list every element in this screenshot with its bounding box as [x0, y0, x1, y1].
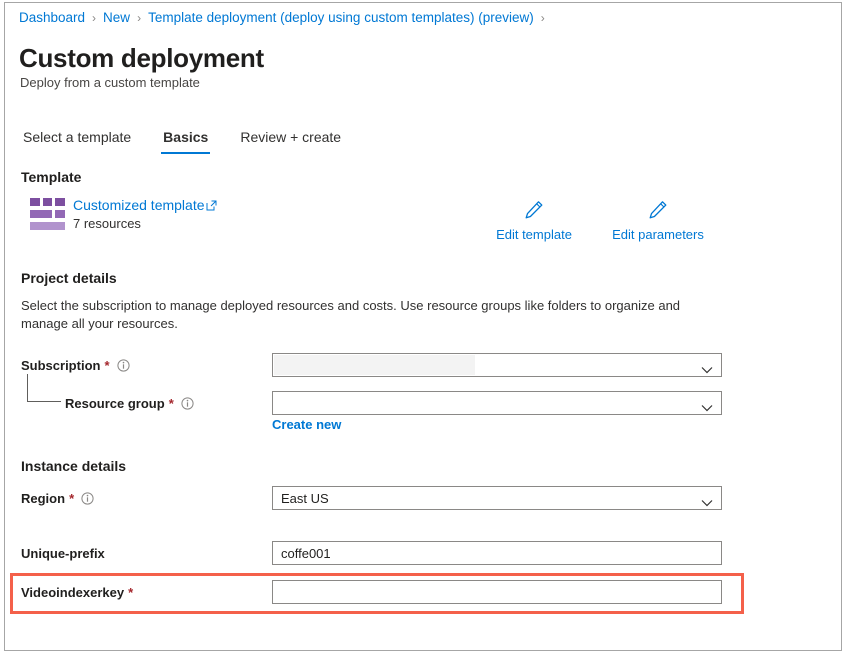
resource-group-select[interactable]: [272, 391, 722, 415]
instance-details-heading: Instance details: [21, 458, 127, 474]
edit-template-button[interactable]: Edit template: [479, 199, 589, 242]
unique-prefix-value: coffe001: [281, 545, 331, 561]
template-section-heading: Template: [21, 169, 82, 185]
info-icon[interactable]: [116, 358, 130, 372]
edit-parameters-label: Edit parameters: [612, 227, 704, 242]
portal-page: Dashboard › New › Template deployment (d…: [4, 2, 842, 651]
template-resource-count: 7 resources: [73, 216, 141, 231]
external-link-icon[interactable]: [206, 198, 217, 211]
tab-review-create[interactable]: Review + create: [238, 129, 343, 154]
chevron-down-icon: [701, 400, 713, 412]
breadcrumb-item-new[interactable]: New: [103, 10, 130, 25]
template-grid-icon: [30, 198, 65, 230]
project-details-description: Select the subscription to manage deploy…: [21, 298, 681, 331]
subscription-row: Subscription *: [5, 353, 841, 377]
tab-select-a-template[interactable]: Select a template: [21, 129, 133, 154]
breadcrumb-separator-icon: ›: [92, 10, 97, 25]
customized-template-link[interactable]: Customized template: [73, 197, 205, 213]
breadcrumb-item-template-deployment[interactable]: Template deployment (deploy using custom…: [148, 10, 534, 25]
breadcrumb-separator-icon: ›: [137, 10, 142, 25]
breadcrumb-item-dashboard[interactable]: Dashboard: [19, 10, 85, 25]
edit-parameters-button[interactable]: Edit parameters: [603, 199, 713, 242]
project-details-heading: Project details: [21, 270, 117, 286]
pencil-icon: [647, 199, 669, 221]
videoindexerkey-label: Videoindexerkey *: [21, 584, 134, 600]
page-subtitle: Deploy from a custom template: [20, 75, 200, 90]
videoindexerkey-input[interactable]: [272, 580, 722, 604]
page-title: Custom deployment: [19, 43, 264, 73]
unique-prefix-input[interactable]: coffe001: [272, 541, 722, 565]
breadcrumb: Dashboard › New › Template deployment (d…: [19, 10, 552, 25]
videoindexerkey-row: Videoindexerkey *: [5, 580, 841, 604]
breadcrumb-separator-icon: ›: [540, 10, 545, 25]
edit-template-label: Edit template: [496, 227, 572, 242]
pencil-icon: [523, 199, 545, 221]
region-row: Region * East US: [5, 486, 841, 510]
resource-group-label: Resource group *: [65, 391, 194, 415]
info-icon[interactable]: [81, 491, 94, 505]
chevron-down-icon: [701, 495, 713, 507]
chevron-down-icon: [701, 362, 713, 374]
subscription-select[interactable]: [272, 353, 722, 377]
tab-basics[interactable]: Basics: [161, 129, 211, 154]
region-value: East US: [281, 490, 329, 506]
resource-group-row: Resource group *: [5, 391, 841, 415]
create-new-resource-group-link[interactable]: Create new: [272, 417, 341, 432]
unique-prefix-label: Unique-prefix: [21, 545, 105, 561]
subscription-value-redacted: [274, 355, 475, 375]
region-select[interactable]: East US: [272, 486, 722, 510]
info-icon[interactable]: [181, 396, 194, 410]
region-label: Region *: [21, 486, 94, 510]
tab-bar: Select a template Basics Review + create: [21, 129, 371, 154]
unique-prefix-row: Unique-prefix coffe001: [5, 541, 841, 565]
